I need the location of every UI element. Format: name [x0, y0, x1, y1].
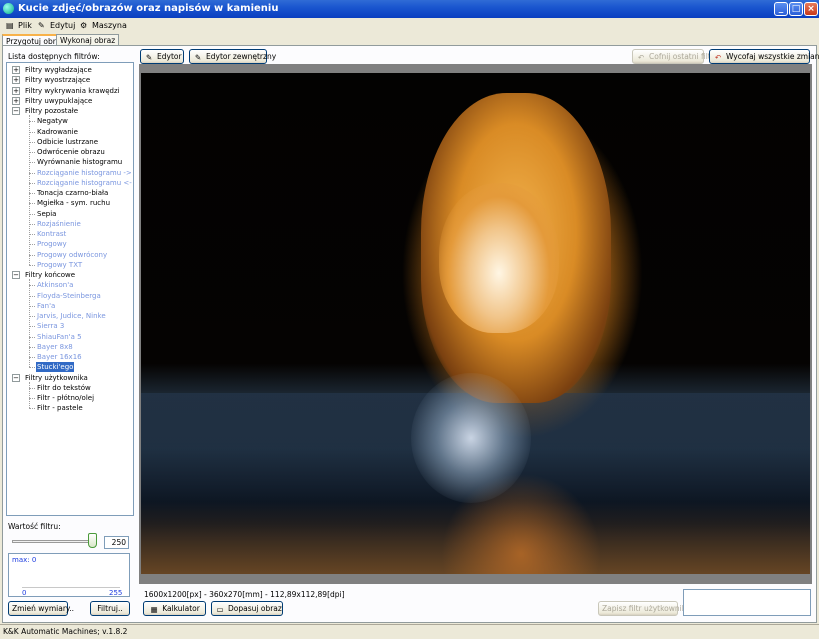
calculator-icon: ▦	[150, 605, 158, 614]
undo-icon: ↶	[637, 53, 645, 62]
menu-machine[interactable]: ⚙ Maszyna	[80, 19, 127, 32]
tree-item-label: Bayer 8x8	[37, 342, 73, 351]
tree-item-label: Stucki'ego	[36, 362, 75, 373]
tree-item-label: Fan'a	[37, 301, 56, 310]
tree-item-label: ShiauFan'a 5	[37, 332, 82, 341]
tree-item-label: Filtry pozostałe	[25, 107, 79, 115]
window-title: Kucie zdjęć/obrazów oraz napisów w kamie…	[18, 3, 279, 14]
menu-edit[interactable]: ✎ Edytuj	[38, 19, 75, 32]
expand-icon[interactable]: +	[12, 66, 20, 74]
tree-item-label: Rozciąganie histogramu ->	[37, 168, 132, 177]
tiger-image[interactable]	[141, 73, 810, 574]
app-icon	[3, 3, 14, 14]
tree-item-label: Tonacja czarno-biała	[37, 189, 109, 197]
histogram-max-label: max: 0	[12, 556, 37, 564]
maximize-button[interactable]: □	[789, 2, 803, 16]
tree-item-label: Filtry końcowe	[25, 271, 76, 279]
water-splash	[411, 373, 531, 503]
tree-item-label: Atkinson'a	[37, 281, 74, 290]
tree-item-label: Sierra 3	[37, 322, 65, 331]
filters-list-label: Lista dostępnych filtrów:	[8, 52, 100, 61]
status-bar: K&K Automatic Machines; v.1.8.2	[0, 624, 819, 639]
histogram-min-tick: 0	[22, 589, 27, 597]
filter-value-input[interactable]: 250	[104, 536, 129, 549]
tree-item-label: Jarvis, Judice, Ninke	[37, 312, 106, 320]
tree-item-label: Filtry wyostrzające	[25, 76, 91, 85]
save-user-filter-button[interactable]: Zapisz filtr użytkownika	[598, 601, 691, 616]
machine-icon: ⚙	[80, 21, 88, 30]
tiger-face	[439, 183, 559, 333]
filter-value-label: Wartość filtru:	[8, 522, 61, 531]
tree-item-label: Kontrast	[37, 230, 67, 238]
expand-icon[interactable]: +	[12, 76, 20, 85]
tree-item-label: Negatyw	[37, 117, 68, 126]
histogram-axis	[22, 587, 120, 588]
tree-item-label: Floyda-Steinberga	[37, 291, 101, 300]
resize-button[interactable]: Zmień wymiary..	[8, 601, 74, 616]
tree-item-label: Filtry uwypuklające	[25, 96, 93, 105]
histogram-max-tick: 255	[109, 589, 123, 597]
filter-value-slider[interactable]	[12, 540, 94, 543]
pencil-icon: ✎	[194, 53, 202, 62]
calculator-button[interactable]: ▦ Kalkulator	[143, 601, 206, 616]
tree-guide-line	[29, 115, 30, 265]
collapse-icon[interactable]: −	[12, 373, 20, 382]
collapse-icon[interactable]: −	[12, 271, 20, 279]
slider-thumb[interactable]	[88, 533, 98, 548]
expand-icon[interactable]: +	[12, 96, 20, 105]
tree-item-label: Mgiełka - sym. ruchu	[37, 199, 111, 208]
pencil-icon: ✎	[38, 21, 45, 30]
tree-item-label: Filtr - pastele	[37, 404, 83, 413]
expand-icon[interactable]: +	[12, 86, 20, 95]
tree-item-label: Rozciąganie histogramu <-	[37, 178, 132, 187]
minimize-button[interactable]: _	[774, 2, 788, 16]
menu-file[interactable]: ▤ Plik	[6, 19, 32, 32]
tree-item-label: Rozjaśnienie	[37, 219, 81, 228]
filter-button[interactable]: Filtruj..	[90, 601, 130, 616]
tree-item-label: Sepia	[37, 209, 57, 218]
tree-item-label: Wyrównanie histogramu	[37, 158, 123, 167]
tree-item-label: Progowy odwrócony	[37, 250, 108, 259]
pencil-icon: ✎	[145, 53, 153, 62]
close-button[interactable]: ×	[804, 2, 818, 16]
image-icon: ▭	[216, 605, 224, 614]
external-editor-button[interactable]: ✎ Edytor zewnętrzny	[189, 49, 276, 64]
undo-all-icon: ↶	[714, 53, 722, 62]
filters-tree[interactable]: + Filtry wygładzające + Filtry wyostrzające…	[6, 62, 134, 516]
tree-item-label: Filtr - płótno/olej	[37, 394, 95, 402]
tree-item-label: Filtry użytkownika	[25, 373, 88, 382]
document-icon: ▤	[6, 21, 14, 30]
editor-button[interactable]: ✎ Edytor	[140, 49, 184, 64]
tree-item-label: Odbicie lustrzane	[37, 137, 99, 146]
tree-item-label: Bayer 16x16	[37, 353, 82, 361]
menu-bar: ▤ Plik ✎ Edytuj ⚙ Maszyna	[0, 18, 819, 33]
tree-item-label: Filtry wygładzające	[25, 66, 92, 74]
tree-guide-line	[29, 279, 30, 368]
image-info: 1600x1200[px] - 360x270[mm] - 112,89x112…	[144, 590, 345, 599]
undo-last-filter-button[interactable]: ↶ Cofnij ostatni filtr	[632, 49, 714, 64]
tree-item-label: Odwrócenie obrazu	[37, 148, 105, 156]
title-bar: Kucie zdjęć/obrazów oraz napisów w kamie…	[0, 0, 819, 18]
tree-item-label: Kadrowanie	[37, 127, 78, 136]
tree-guide-line	[29, 381, 30, 409]
collapse-icon[interactable]: −	[12, 107, 20, 115]
user-filter-box	[683, 589, 811, 616]
tree-item-label: Filtry wykrywania krawędzi	[25, 86, 120, 95]
tree-item-label: Filtr do tekstów	[37, 383, 91, 392]
undo-all-changes-button[interactable]: ↶ Wycofaj wszystkie zmiany	[709, 49, 819, 64]
tree-item-label: Progowy TXT	[37, 260, 83, 269]
histogram: max: 0 0 255	[8, 553, 130, 597]
tree-item-label: Progowy	[37, 240, 67, 249]
fit-image-button[interactable]: ▭ Dopasuj obraz	[211, 601, 283, 616]
